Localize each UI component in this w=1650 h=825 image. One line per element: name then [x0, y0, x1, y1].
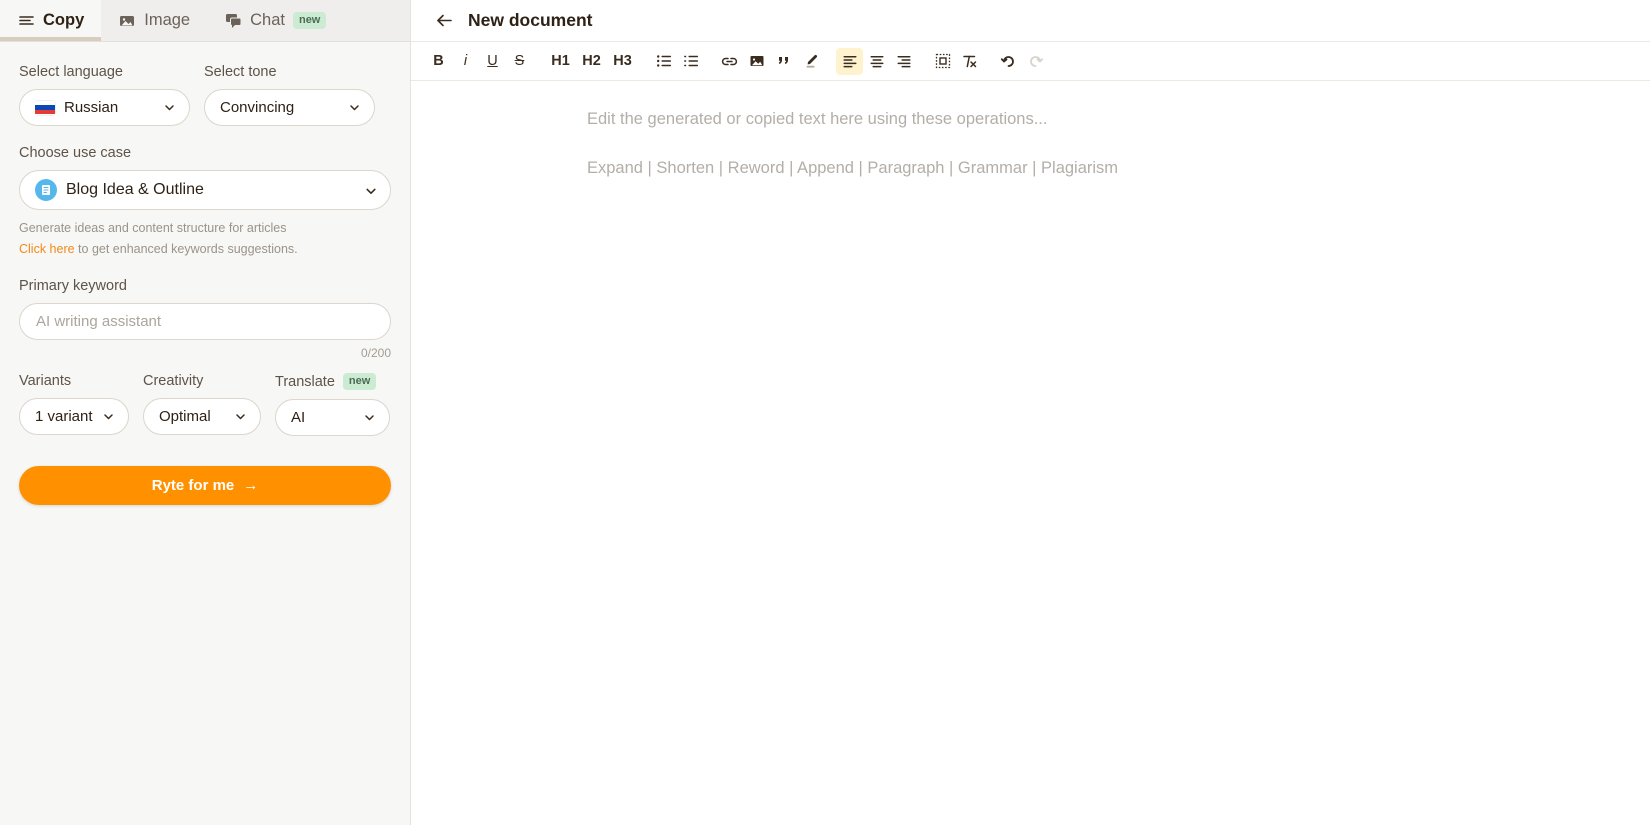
heading-3-button[interactable]: H3 [607, 48, 638, 75]
tab-copy[interactable]: Copy [0, 0, 102, 41]
primary-keyword-field: Primary keyword 0/200 [19, 278, 391, 360]
creativity-select[interactable]: Optimal [143, 398, 261, 436]
chevron-down-icon [163, 101, 176, 114]
mode-tabbar: Copy Image Chat new [0, 0, 410, 42]
undo-button[interactable] [995, 48, 1022, 75]
language-label: Select language [19, 64, 123, 80]
clear-format-button[interactable] [956, 48, 983, 75]
underline-button[interactable]: U [479, 48, 506, 75]
heading-1-button[interactable]: H1 [545, 48, 576, 75]
editor-canvas[interactable]: Edit the generated or copied text here u… [411, 81, 1650, 825]
language-select[interactable]: Russian [19, 89, 190, 126]
keywords-hint-rest: to get enhanced keywords suggestions. [74, 242, 298, 257]
back-arrow-icon[interactable] [434, 11, 454, 31]
quote-button[interactable] [770, 48, 797, 75]
align-left-button[interactable] [836, 47, 863, 75]
creativity-field: Creativity Optimal [143, 373, 261, 436]
chevron-down-icon [102, 410, 115, 423]
translate-value: AI [291, 409, 306, 427]
sidebar: Copy Image Chat new Select language Russ… [0, 0, 411, 825]
use-case-label: Choose use case [19, 145, 132, 161]
tone-value: Convincing [220, 99, 295, 116]
language-value: Russian [64, 99, 119, 116]
italic-button[interactable]: i [452, 48, 479, 75]
primary-keyword-counter: 0/200 [360, 346, 391, 361]
russia-flag-icon [35, 100, 55, 115]
click-here-link[interactable]: Click here [19, 242, 75, 256]
tab-chat-label: Chat [250, 11, 285, 29]
tone-select[interactable]: Convincing [204, 89, 375, 126]
chevron-down-icon [348, 101, 361, 114]
primary-keyword-input[interactable] [19, 303, 391, 341]
language-field: Select language Russian [19, 64, 190, 126]
document-area: New document B i U S H1 H2 H3 Edit the g… [411, 0, 1650, 825]
creativity-label: Creativity [143, 373, 204, 390]
editor-operations-hint: Expand | Shorten | Reword | Append | Par… [587, 158, 1119, 177]
align-right-button[interactable] [890, 48, 917, 75]
image-button[interactable] [743, 48, 770, 75]
chat-icon [224, 12, 242, 30]
options-row: Variants 1 variant Creativity Optimal Tr… [19, 373, 391, 437]
image-icon [118, 12, 136, 30]
translate-select[interactable]: AI [275, 399, 390, 437]
variants-select[interactable]: 1 variant [19, 398, 129, 436]
heading-2-button[interactable]: H2 [576, 48, 607, 75]
creativity-value: Optimal [159, 408, 211, 426]
redo-button [1022, 48, 1049, 75]
link-button[interactable] [716, 48, 743, 75]
use-case-select[interactable]: Blog Idea & Outline [19, 170, 391, 210]
translate-field: Translate new AI [275, 373, 390, 437]
ryte-for-me-label: Ryte for me [151, 477, 235, 495]
document-header: New document [411, 0, 1650, 42]
chevron-down-icon [364, 184, 377, 197]
tab-image[interactable]: Image [101, 0, 207, 41]
tab-image-label: Image [144, 11, 191, 29]
tab-chat-badge: new [292, 11, 327, 30]
frame-button[interactable] [929, 48, 956, 75]
strikethrough-button[interactable]: S [506, 48, 533, 75]
use-case-field: Choose use case Blog Idea & Outline Gene… [19, 145, 391, 258]
bold-button[interactable]: B [425, 48, 452, 75]
chevron-down-icon [363, 411, 376, 424]
variants-label: Variants [19, 373, 72, 390]
language-tone-row: Select language Russian Select tone Conv… [19, 64, 391, 126]
tone-label: Select tone [204, 64, 277, 80]
translate-badge: new [342, 373, 377, 391]
translate-label-wrap: Translate new [275, 373, 390, 391]
menu-icon [17, 12, 35, 30]
use-case-description: Generate ideas and content structure for… [19, 221, 287, 235]
tone-field: Select tone Convincing [204, 64, 375, 126]
sidebar-panel: Select language Russian Select tone Conv… [0, 42, 410, 506]
highlight-button[interactable] [797, 48, 824, 75]
arrow-right-icon: → [243, 477, 259, 495]
tab-copy-label: Copy [43, 11, 85, 29]
editor-toolbar: B i U S H1 H2 H3 [411, 42, 1650, 81]
translate-label: Translate [275, 373, 335, 390]
bullet-list-button[interactable] [650, 48, 677, 75]
document-title: New document [468, 10, 593, 30]
align-center-button[interactable] [863, 48, 890, 75]
numbered-list-button[interactable] [677, 48, 704, 75]
variants-field: Variants 1 variant [19, 373, 129, 436]
tab-chat[interactable]: Chat new [207, 0, 343, 41]
use-case-value: Blog Idea & Outline [66, 181, 204, 198]
chevron-down-icon [234, 410, 247, 423]
editor-placeholder: Edit the generated or copied text here u… [587, 110, 1048, 128]
ryte-for-me-button[interactable]: Ryte for me → [19, 466, 391, 506]
document-outline-icon [35, 179, 57, 201]
keywords-suggestion-hint: Click here to get enhanced keywords sugg… [19, 240, 391, 258]
app-root: Copy Image Chat new Select language Russ… [0, 0, 1650, 825]
primary-keyword-label: Primary keyword [19, 278, 127, 295]
variants-value: 1 variant [35, 408, 93, 426]
